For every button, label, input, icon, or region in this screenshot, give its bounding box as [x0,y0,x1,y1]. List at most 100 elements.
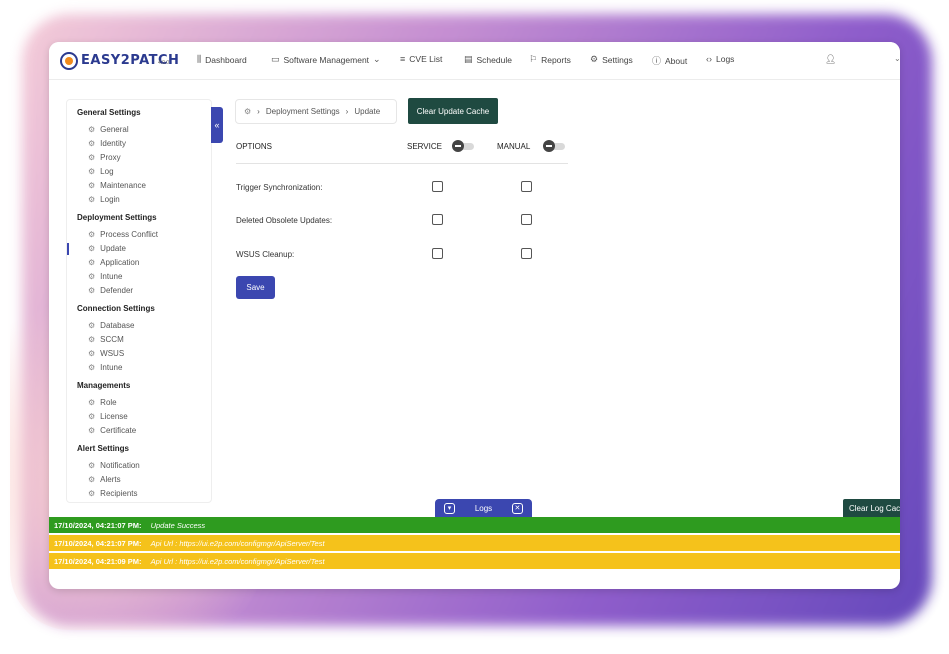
sidebar-item-proxy[interactable]: ⚙ Proxy [88,153,121,162]
gear-icon: ⚙ [88,335,96,344]
brand-version: 4.0.0 [158,60,170,66]
gear-icon: ⚙ [88,475,96,484]
sidebar-collapse-button[interactable]: « [211,107,223,143]
nav-dashboard-label: Dashboard [205,54,247,65]
sidebar-item-intune[interactable]: ⚙ Intune [88,363,122,372]
monitor-icon: ▭ [271,54,280,64]
gear-icon: ⚙ [88,426,96,435]
sidebar-item-login[interactable]: ⚙ Login [88,195,120,204]
trigger-sync-manual-checkbox[interactable] [521,181,532,192]
close-icon[interactable]: ✕ [511,502,523,514]
sidebar-item-label: WSUS [100,349,125,358]
sidebar-item-recipients[interactable]: ⚙ Recipients [88,489,138,498]
sidebar-item-label: Process Conflict [100,230,158,239]
gear-icon: ⚙ [88,139,96,148]
gear-icon: ⚙ [88,153,96,162]
sidebar-item-license[interactable]: ⚙ License [88,412,128,421]
nav-about[interactable]: ⓘ About [652,54,687,67]
user-icon[interactable]: 👤︎ [825,54,836,65]
gear-icon: ⚙ [88,363,96,372]
option-label-trigger-sync: Trigger Synchronization: [236,183,323,192]
sidebar-item-certificate[interactable]: ⚙ Certificate [88,426,136,435]
deleted-obsolete-service-checkbox[interactable] [432,214,443,225]
nav-reports[interactable]: ⚐ Reports [529,54,571,65]
sidebar-item-label: Defender [100,286,134,295]
gear-icon: ⚙ [88,258,96,267]
wsus-cleanup-service-checkbox[interactable] [432,248,443,259]
list-icon: ≡ [400,54,406,64]
active-indicator [67,243,69,255]
gear-icon: ⚙ [88,398,96,407]
sidebar-item-process-conflict[interactable]: ⚙ Process Conflict [88,230,158,239]
sidebar-item-sccm[interactable]: ⚙ SCCM [88,335,124,344]
service-header: SERVICE [407,142,442,151]
options-header: OPTIONS [236,142,273,151]
code-icon: ‹› [706,54,712,64]
sidebar-item-application[interactable]: ⚙ Application [88,258,139,267]
sidebar-group-title: Managements [77,381,131,390]
sidebar-item-general[interactable]: ⚙ General [88,125,129,134]
breadcrumb-parent[interactable]: Deployment Settings [266,107,340,116]
nav-software-management[interactable]: ▭ Software Management ⌄ [271,54,381,65]
nav-dashboard[interactable]: ⫼ Dashboard [197,54,247,65]
sidebar-item-label: Role [100,398,117,407]
sidebar-item-log[interactable]: ⚙ Log [88,167,114,176]
sidebar-item-label: Maintenance [100,181,146,190]
gear-icon: ⚙ [88,286,96,295]
nav-schedule-label: Schedule [476,54,512,65]
log-timestamp: 17/10/2024, 04:21:07 PM: [54,538,142,548]
gear-icon: ⚙ [88,244,96,253]
wsus-cleanup-manual-checkbox[interactable] [521,248,532,259]
sidebar-group-title: Deployment Settings [77,213,157,222]
sidebar-item-maintenance[interactable]: ⚙ Maintenance [88,181,146,190]
sidebar-item-role[interactable]: ⚙ Role [88,398,117,407]
sidebar-group-title: Connection Settings [77,304,155,313]
gear-icon: ⚙ [88,167,96,176]
chevron-down-icon[interactable]: ⌄ [894,54,900,63]
flag-icon: ⚐ [529,54,538,64]
sidebar-item-database[interactable]: ⚙ Database [88,321,134,330]
logs-panel-tab[interactable]: ▾ Logs ✕ [435,499,532,517]
chevron-right-icon: › [257,107,260,116]
trigger-sync-service-checkbox[interactable] [432,181,443,192]
nav-settings[interactable]: ⚙ Settings [590,54,633,65]
sidebar-item-intune[interactable]: ⚙ Intune [88,272,122,281]
nav-cve-list[interactable]: ≡ CVE List [400,54,442,64]
clear-update-cache-button[interactable]: Clear Update Cache [408,98,498,124]
gear-icon: ⚙ [88,321,96,330]
gear-icon: ⚙ [88,272,96,281]
top-navbar: EASY2PATCH 4.0.0 ⫼ Dashboard ▭ Software … [49,42,900,80]
sidebar-item-label: Intune [100,363,123,372]
logo-mark-icon [60,52,78,70]
sidebar-item-label: Login [100,195,120,204]
deleted-obsolete-manual-checkbox[interactable] [521,214,532,225]
sidebar-item-label: Notification [100,461,140,470]
sidebar-item-label: Identity [100,139,126,148]
sidebar-item-wsus[interactable]: ⚙ WSUS [88,349,124,358]
manual-toggle[interactable] [543,140,567,152]
calendar-icon: ▤ [464,54,473,64]
option-label-deleted-obsolete: Deleted Obsolete Updates: [236,216,333,225]
gear-icon: ⚙ [88,412,96,421]
gear-icon: ⚙ [88,195,96,204]
sidebar-item-defender[interactable]: ⚙ Defender [88,286,133,295]
clear-log-cache-button[interactable]: Clear Log Cac [843,499,900,517]
sidebar-item-update[interactable]: ⚙ Update [88,244,126,253]
sidebar-item-label: Log [100,167,114,176]
service-toggle[interactable] [452,140,476,152]
nav-logs[interactable]: ‹› Logs [706,54,734,64]
gear-icon: ⚙ [88,181,96,190]
sidebar-item-identity[interactable]: ⚙ Identity [88,139,126,148]
sidebar-item-label: SCCM [100,335,124,344]
save-button[interactable]: Save [236,276,275,299]
sidebar-item-label: Recipients [100,489,138,498]
nav-schedule[interactable]: ▤ Schedule [464,54,512,65]
sidebar-item-label: Certificate [100,426,137,435]
sidebar-item-label: Intune [100,272,123,281]
chevron-down-icon[interactable]: ▾ [444,502,455,514]
sidebar-item-notification[interactable]: ⚙ Notification [88,461,140,470]
nav-software-management-label: Software Management [283,54,370,65]
log-message: Api Url : https://ui.e2p.com/configmgr/A… [150,538,325,548]
sidebar-item-alerts[interactable]: ⚙ Alerts [88,475,121,484]
gear-icon: ⚙ [88,349,96,358]
